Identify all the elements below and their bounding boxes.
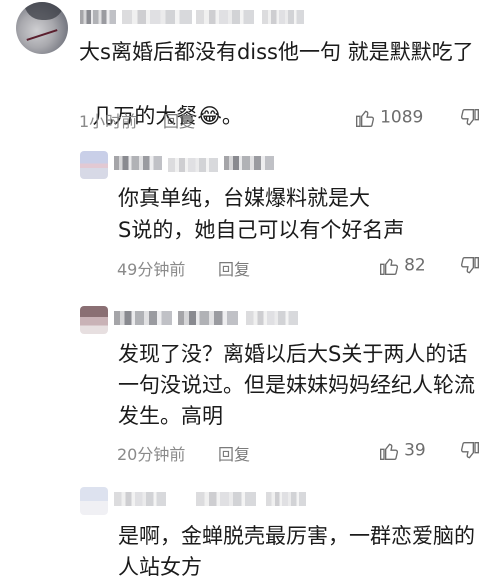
username-censored	[196, 492, 256, 506]
thumbs-up-icon	[380, 258, 399, 275]
username-censored	[178, 311, 238, 325]
comment-text-fragment: 。	[221, 104, 243, 128]
username-censored	[122, 10, 192, 24]
username-censored	[114, 311, 172, 325]
like-button[interactable]: 1089	[355, 107, 423, 129]
thumbs-down-icon[interactable]	[460, 441, 480, 461]
username-censored	[168, 158, 218, 172]
comment-time: 1小时前	[79, 112, 138, 131]
like-count: 39	[404, 440, 426, 461]
like-count: 1089	[380, 107, 424, 128]
comment-text-line: 发现了没？离婚以后大S关于两人的话	[118, 342, 468, 366]
thumbs-down-icon[interactable]	[460, 256, 480, 276]
username-censored	[266, 492, 306, 506]
comment-text-line: S说的，她自己可以有个好名声	[118, 218, 405, 242]
comment-time: 20分钟前	[117, 445, 186, 464]
laugh-cry-emoji: 😂	[197, 104, 222, 128]
avatar[interactable]	[80, 151, 108, 179]
thumbs-down-icon[interactable]	[460, 108, 480, 128]
username-censored	[196, 10, 254, 24]
like-button[interactable]: 39	[379, 440, 426, 462]
comment-text-line: 你真单纯，台媒爆料就是大	[118, 186, 370, 210]
reply-button[interactable]: 回复	[218, 256, 250, 280]
username-censored	[224, 156, 274, 170]
reply-button[interactable]: 回复	[218, 441, 250, 465]
avatar[interactable]	[80, 487, 108, 515]
username-censored	[80, 10, 116, 24]
comment-text-line: 人站女方	[118, 555, 202, 579]
comment-text-line: 发生。高明	[118, 404, 223, 428]
username-censored	[114, 156, 162, 170]
username-censored	[262, 10, 304, 24]
comment-text-line: 大s离婚后都没有diss他一句 就是默默吃了	[79, 40, 474, 64]
comment-time: 49分钟前	[117, 260, 186, 279]
avatar[interactable]	[16, 2, 68, 54]
avatar[interactable]	[80, 306, 108, 334]
username-censored	[246, 311, 298, 325]
like-count: 82	[404, 255, 426, 276]
comment-text-line: 是啊，金蝉脱壳最厉害，一群恋爱脑的	[118, 524, 475, 548]
thumbs-up-icon	[380, 443, 399, 460]
like-button[interactable]: 82	[379, 255, 426, 277]
username-censored	[114, 492, 166, 506]
thumbs-up-icon	[356, 110, 375, 127]
comment-text-line: 一句没说过。但是妹妹妈妈经纪人轮流	[118, 373, 475, 397]
reply-button[interactable]: 回复	[163, 108, 195, 132]
